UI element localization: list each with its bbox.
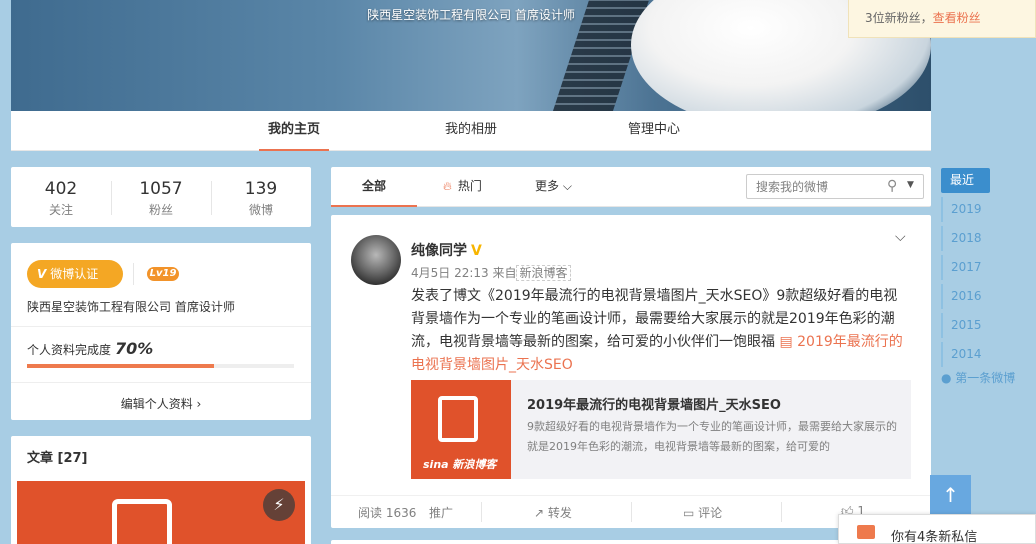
forward-label: 转发 (547, 506, 572, 520)
tab-hot[interactable]: 🔥︎ 热门 (443, 167, 482, 207)
promote-button[interactable]: 推广 (429, 504, 453, 521)
preview-title: 2019年最流行的电视背景墙图片_天水SEO (527, 398, 781, 413)
comment-label: 评论 (698, 506, 723, 520)
author-avatar[interactable] (351, 235, 401, 285)
stat-number: 139 (244, 179, 278, 199)
view-fans-link[interactable]: 查看粉丝 (933, 11, 981, 25)
completion-value: 70% (115, 339, 154, 358)
read-count: 阅读 1636 (358, 506, 417, 520)
stat-label: 关注 (48, 203, 73, 217)
fire-icon: 🔥︎ (443, 179, 452, 193)
tab-all[interactable]: 全部 (331, 167, 417, 207)
divider (11, 382, 311, 383)
stat-label: 微博 (248, 203, 273, 217)
verified-v-icon: V (471, 243, 482, 259)
divider (481, 502, 482, 522)
feed-tabs: 全部 🔥︎ 热门 更多 ⌵ ⚲ ▼ (331, 167, 931, 207)
articles-card: 文章 [27] ⚡ (11, 436, 311, 544)
stat-weibo[interactable]: 139 微博 (211, 167, 311, 227)
article-preview-card[interactable]: sina 新浪博客 2019年最流行的电视背景墙图片_天水SEO 9款超级好看的… (411, 380, 911, 479)
timeline-year-2016[interactable]: 2016 (941, 284, 982, 309)
divider (781, 502, 782, 522)
document-pen-icon (112, 499, 172, 544)
profile-completion: 个人资料完成度 70% (27, 339, 153, 358)
edit-profile-link[interactable]: 编辑个人资料 › (11, 395, 311, 412)
private-message-text: 你有4条新私信 (891, 530, 978, 544)
completion-progress-bar (27, 364, 294, 368)
stats-card: 402 关注 1057 粉丝 139 微博 (11, 167, 311, 227)
weibo-verify-badge[interactable]: V 微博认证 (27, 260, 123, 288)
stat-number: 1057 (139, 179, 183, 199)
verify-badge-label: 微博认证 (50, 267, 99, 281)
timeline-year-2014[interactable]: 2014 (941, 342, 982, 367)
sina-blog-logo: sina 新浪博客 (423, 458, 497, 471)
post-time[interactable]: 4月5日 22:13 来自 (411, 266, 516, 280)
article-cover-image[interactable]: ⚡ (17, 481, 305, 544)
arrow-up-icon: ↑ (942, 483, 959, 507)
chevron-down-icon[interactable]: ⌵ (895, 229, 906, 245)
timeline-recent[interactable]: 最近 (941, 168, 990, 193)
post-source[interactable]: 新浪博客 (516, 265, 571, 281)
profile-company: 陕西星空装饰工程有限公司 首席设计师 (27, 300, 235, 314)
verified-v-icon: V (37, 267, 47, 281)
weibo-search-box: ⚲ ▼ (746, 174, 924, 199)
new-fans-notice: 3位新粉丝，查看粉丝 (848, 0, 1036, 38)
timeline-year-2017[interactable]: 2017 (941, 255, 982, 280)
mail-icon (857, 525, 875, 539)
stat-number: 402 (44, 179, 78, 199)
timeline-year-2019[interactable]: 2019 (941, 197, 982, 222)
article-icon: ▤ (779, 334, 798, 350)
level-badge[interactable]: Lv19 (147, 267, 179, 281)
tab-hot-label: 热门 (457, 179, 482, 193)
tab-more[interactable]: 更多 ⌵ (535, 167, 572, 207)
timeline-first-weibo[interactable]: ● 第一条微博 (941, 369, 1015, 386)
divider (11, 326, 311, 327)
profile-card: V 微博认证 Lv19 陕西星空装饰工程有限公司 首席设计师 个人资料完成度 70%… (11, 243, 311, 420)
search-icon[interactable]: ⚲ (887, 178, 897, 194)
lightning-icon: ⚡ (263, 489, 295, 521)
new-fans-text: 3位新粉丝， (865, 11, 933, 25)
post-meta: 4月5日 22:13 来自 新浪博客 (411, 264, 571, 281)
profile-nav: 我的主页 我的相册 管理中心 (11, 111, 931, 151)
weibo-post: 纯像同学 V 4月5日 22:13 来自 新浪博客 ⌵ 发表了博文《2019年最流行… (331, 215, 931, 528)
stat-following[interactable]: 402 关注 (11, 167, 111, 227)
timeline-year-2015[interactable]: 2015 (941, 313, 982, 338)
timeline-year-2018[interactable]: 2018 (941, 226, 982, 251)
comment-button[interactable]: ▭ 评论 (683, 504, 722, 521)
stat-fans[interactable]: 1057 粉丝 (111, 167, 211, 227)
private-message-bar[interactable]: 你有4条新私信 (838, 514, 1036, 544)
tab-my-album[interactable]: 我的相册 (436, 111, 506, 151)
post-author: 纯像同学 V (411, 240, 482, 260)
stat-label: 粉丝 (148, 203, 173, 217)
preview-thumbnail: sina 新浪博客 (411, 380, 511, 479)
tab-manage-center[interactable]: 管理中心 (619, 111, 689, 151)
tab-my-home[interactable]: 我的主页 (259, 111, 329, 151)
completion-label: 个人资料完成度 (27, 343, 112, 357)
badge-divider (133, 263, 134, 285)
profile-banner: 陕西星空装饰工程有限公司 首席设计师 (11, 0, 931, 111)
back-to-top-button[interactable]: ↑ (930, 475, 971, 516)
post-text: 发表了博文《2019年最流行的电视背景墙图片_天水SEO》9款超级好看的电视背景… (411, 285, 911, 377)
divider (631, 502, 632, 522)
banner-title: 陕西星空装饰工程有限公司 首席设计师 (367, 8, 575, 22)
caret-down-icon[interactable]: ▼ (907, 180, 914, 190)
weibo-search-input[interactable] (747, 175, 882, 198)
completion-progress-fill (27, 364, 214, 368)
preview-description: 9款超级好看的电视背景墙作为一个专业的笔画设计师，最需要给大家展示的就是2019… (527, 420, 897, 453)
document-pen-icon (438, 396, 478, 442)
forward-button[interactable]: ↗ 转发 (534, 504, 572, 521)
forward-icon: ↗ (534, 506, 548, 520)
articles-title[interactable]: 文章 [27] (27, 447, 88, 466)
comment-icon: ▭ (683, 506, 699, 520)
author-name[interactable]: 纯像同学 (411, 243, 467, 259)
